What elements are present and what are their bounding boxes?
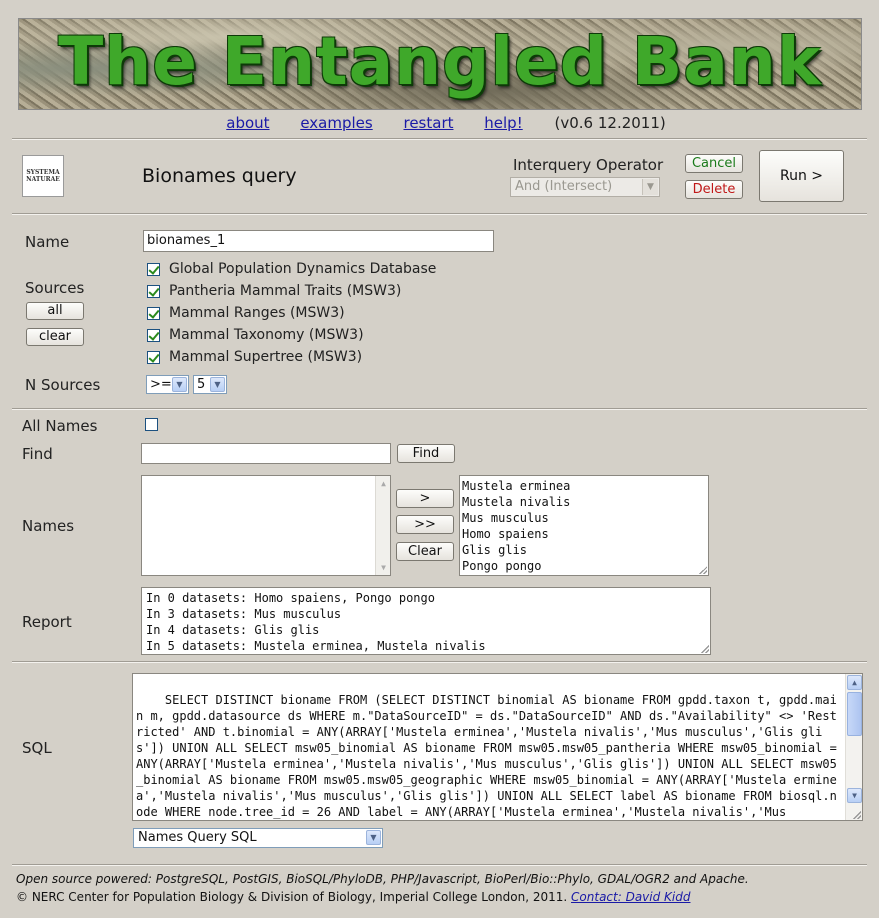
sql-view-value: Names Query SQL [138,830,257,845]
report-label: Report [22,613,72,631]
interquery-operator-value: And (Intersect) [515,179,613,194]
select-all-sources-button[interactable]: all [26,302,84,320]
report-line: In 5 datasets: Mustela erminea, Mustela … [146,639,486,653]
list-item[interactable]: Mustela nivalis [460,494,708,510]
source-checkbox[interactable] [147,284,160,298]
scroll-up-icon[interactable]: ▲ [377,477,390,490]
footer-copyright: © NERC Center for Population Biology & D… [16,890,690,904]
source-checkbox[interactable] [147,328,160,342]
sql-label: SQL [22,739,52,757]
name-input-value: bionames_1 [147,233,226,248]
list-item[interactable]: Mus musculus [460,510,708,526]
banner-image: The Entangled Bank [18,18,862,110]
report-box[interactable]: In 0 datasets: Homo spaiens, Pongo pongo… [141,587,711,655]
cancel-button[interactable]: Cancel [685,154,743,173]
source-label: Mammal Taxonomy (MSW3) [169,327,364,343]
about-link[interactable]: about [226,114,269,132]
source-label: Pantheria Mammal Traits (MSW3) [169,283,402,299]
source-checkbox[interactable] [147,350,160,364]
restart-link[interactable]: restart [403,114,453,132]
n-sources-count-select[interactable]: 5 ▼ [193,375,227,394]
divider [12,213,867,215]
source-label: Mammal Supertree (MSW3) [169,349,363,365]
source-row: Pantheria Mammal Traits (MSW3) [147,283,401,299]
copyright-text: © NERC Center for Population Biology & D… [16,890,568,904]
scrollbar-thumb[interactable] [847,692,862,736]
delete-button[interactable]: Delete [685,180,743,199]
report-line: In 0 datasets: Homo spaiens, Pongo pongo [146,591,435,605]
n-sources-operator-select[interactable]: >= ▼ [146,375,189,394]
systema-naturae-logo: SYSTEMA NATURAE [22,155,64,197]
version-text: (v0.6 12.2011) [554,114,666,132]
scrollbar[interactable]: ▲ ▼ [375,476,390,575]
find-button[interactable]: Find [397,444,455,463]
contact-link[interactable]: Contact: David Kidd [571,890,690,904]
list-item[interactable]: Mustela erminea [460,478,708,494]
scroll-up-icon[interactable]: ▲ [847,675,862,690]
find-input[interactable] [141,443,391,464]
source-row: Mammal Taxonomy (MSW3) [147,327,364,343]
sql-text: SELECT DISTINCT bioname FROM (SELECT DIS… [136,693,845,819]
site-title: The Entangled Bank [58,23,822,100]
query-title: Bionames query [142,165,297,187]
source-checkbox[interactable] [147,262,160,276]
divider [12,408,867,410]
names-label: Names [22,517,75,535]
divider [12,661,867,663]
chevron-down-icon: ▼ [366,830,381,845]
n-sources-operator-value: >= [150,377,172,392]
divider [12,864,867,866]
clear-sources-button[interactable]: clear [26,328,84,346]
sql-view-select[interactable]: Names Query SQL ▼ [133,828,383,848]
source-checkbox[interactable] [147,306,160,320]
source-label: Global Population Dynamics Database [169,261,437,277]
scrollbar[interactable]: ▲ ▼ [845,674,862,820]
all-names-checkbox[interactable] [145,418,158,431]
run-button[interactable]: Run > [759,150,844,202]
n-sources-label: N Sources [25,376,101,394]
source-label: Mammal Ranges (MSW3) [169,305,345,321]
page: The Entangled Bank about examples restar… [0,0,879,918]
add-selected-button[interactable]: > [396,489,454,508]
name-label: Name [25,233,70,251]
source-row: Mammal Ranges (MSW3) [147,305,345,321]
list-item[interactable]: Pongo pongo [460,558,708,574]
clear-names-button[interactable]: Clear [396,542,454,561]
resize-handle-icon[interactable] [699,566,707,574]
report-line: In 4 datasets: Glis glis [146,623,320,637]
help-link[interactable]: help! [484,114,522,132]
chevron-down-icon: ▼ [210,377,225,392]
add-all-button[interactable]: >> [396,515,454,534]
divider [12,138,867,140]
name-input[interactable]: bionames_1 [143,230,494,252]
source-row: Mammal Supertree (MSW3) [147,349,362,365]
examples-link[interactable]: examples [300,114,372,132]
selected-names-list[interactable]: Mustela erminea Mustela nivalis Mus musc… [459,475,709,576]
all-names-label: All Names [22,417,98,435]
find-label: Find [22,445,53,463]
chevron-down-icon: ▼ [172,377,187,392]
sources-label: Sources [25,279,85,297]
resize-handle-icon[interactable] [701,645,709,653]
report-line: In 3 datasets: Mus musculus [146,607,342,621]
interquery-operator-label: Interquery Operator [513,156,664,174]
scroll-down-icon[interactable]: ▼ [847,788,862,803]
chevron-down-icon: ▼ [642,179,658,195]
list-item[interactable]: Glis glis [460,542,708,558]
top-nav: about examples restart help! (v0.6 12.20… [0,114,879,132]
list-item[interactable]: Homo spaiens [460,526,708,542]
n-sources-count-value: 5 [197,377,206,392]
interquery-operator-select[interactable]: And (Intersect) ▼ [510,177,660,197]
scroll-down-icon[interactable]: ▼ [377,561,390,574]
sql-textarea[interactable]: SELECT DISTINCT bioname FROM (SELECT DIS… [132,673,863,821]
candidate-names-list[interactable]: ▲ ▼ [141,475,391,576]
resize-handle-icon[interactable] [853,811,861,819]
source-row: Global Population Dynamics Database [147,261,436,277]
footer-credits: Open source powered: PostgreSQL, PostGIS… [16,872,749,886]
